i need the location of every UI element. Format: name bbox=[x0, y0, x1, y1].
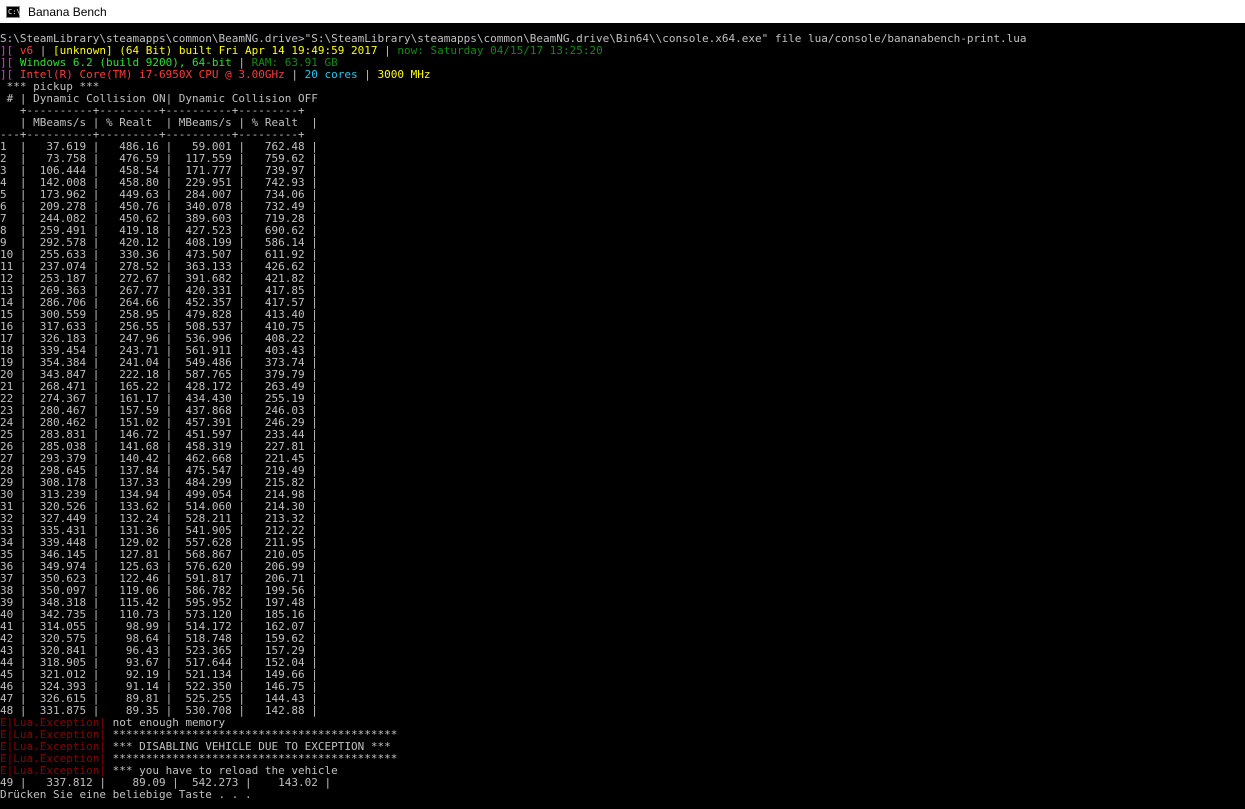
window-titlebar[interactable]: C:\ Banana Bench bbox=[0, 0, 1245, 23]
console-output[interactable]: S:\SteamLibrary\steamapps\common\BeamNG.… bbox=[0, 33, 1245, 809]
system-info: ][ v6 | [unknown] (64 Bit) built Fri Apr… bbox=[0, 45, 1245, 81]
info-segment: 3000 MHz bbox=[377, 68, 431, 81]
window-title: Banana Bench bbox=[28, 4, 107, 19]
info-segment: | bbox=[377, 44, 398, 57]
info-segment: | bbox=[357, 68, 378, 81]
info-line: ][ Intel(R) Core(TM) i7-6950X CPU @ 3.00… bbox=[0, 69, 1245, 81]
exception-log: E|Lua.Exception| not enough memory E|Lua.… bbox=[0, 717, 1245, 777]
info-segment: 20 cores bbox=[304, 68, 358, 81]
info-segment: now: Saturday 04/15/17 13:25:20 bbox=[397, 44, 603, 57]
benchmark-table: 1 | 37.619 | 486.16 | 59.001 | 762.48 | 2… bbox=[0, 141, 1245, 717]
table-header: # | Dynamic Collision ON| Dynamic Collis… bbox=[0, 93, 1245, 141]
press-any-key-prompt: Drücken Sie eine beliebige Taste . . . bbox=[0, 788, 252, 801]
console-app-icon: C:\ bbox=[6, 5, 21, 18]
info-segment: | bbox=[284, 68, 305, 81]
